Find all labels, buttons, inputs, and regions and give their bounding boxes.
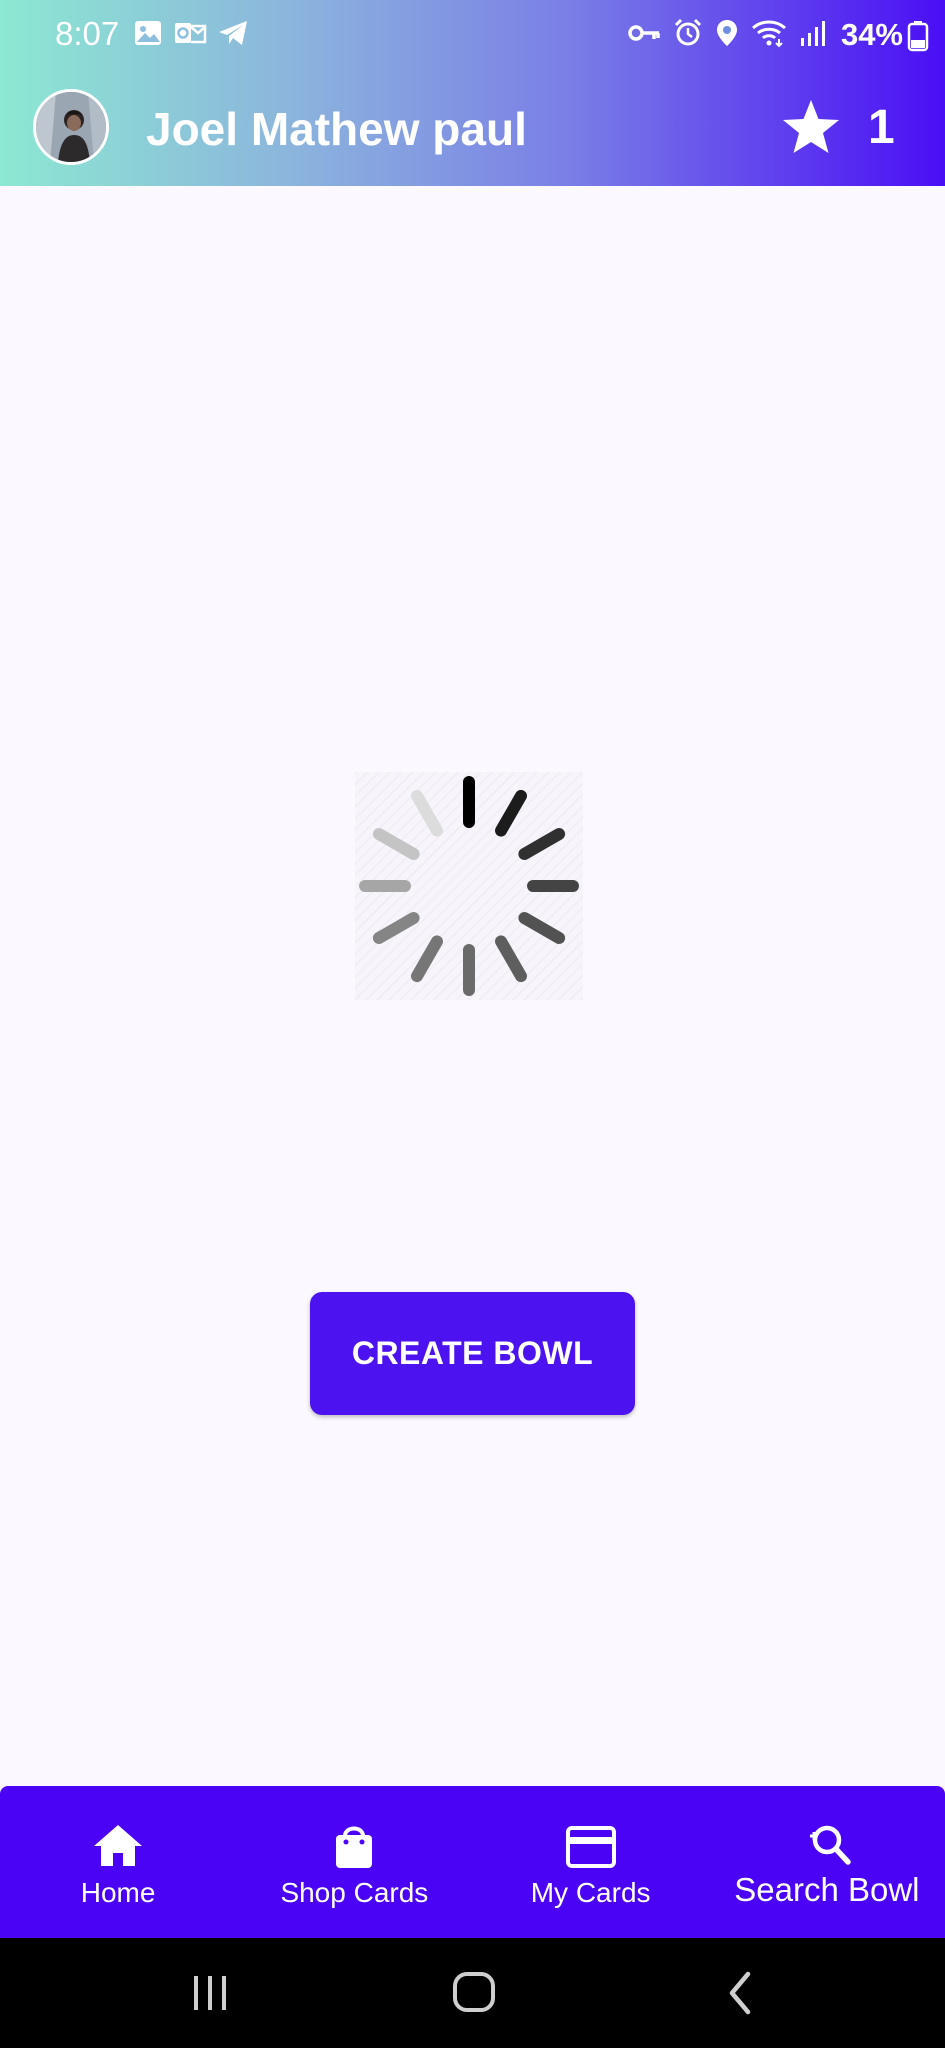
nav-label-my-cards: My Cards <box>530 1877 651 1908</box>
create-bowl-button[interactable]: CREATE BOWL <box>310 1292 635 1415</box>
star-count: 1 <box>868 101 895 154</box>
shopping-bag-icon <box>328 1822 380 1870</box>
bottom-nav: Home Shop Cards My Cards Search Bowl <box>0 1786 945 1938</box>
search-icon <box>801 1822 853 1870</box>
location-icon <box>715 18 739 48</box>
system-navigation-bar <box>0 1938 945 2048</box>
star-icon[interactable] <box>780 98 842 156</box>
nav-item-my-cards[interactable]: My Cards <box>473 1786 709 1938</box>
outlook-icon <box>173 18 207 48</box>
header: 8:07 34% Joel Mathew paul 1 <box>0 0 945 186</box>
loading-spinner <box>355 772 583 1000</box>
signal-icon <box>799 18 827 48</box>
vpn-key-icon <box>627 18 661 48</box>
avatar-photo <box>36 92 106 162</box>
recent-apps-icon[interactable] <box>180 1968 240 2018</box>
status-time: 8:07 <box>55 15 120 52</box>
gallery-icon <box>133 18 163 48</box>
battery-icon <box>907 20 929 57</box>
nav-item-home[interactable]: Home <box>0 1786 236 1938</box>
app-bar: Joel Mathew paul 1 <box>0 72 945 186</box>
avatar[interactable] <box>33 89 109 165</box>
status-system-icons <box>627 18 827 48</box>
alarm-icon <box>673 18 703 48</box>
nav-item-search-bowl[interactable]: Search Bowl <box>709 1786 945 1938</box>
back-icon[interactable] <box>710 1968 770 2018</box>
loading-spinner-icon <box>359 776 579 996</box>
wifi-icon <box>751 18 787 48</box>
user-name-title: Joel Mathew paul <box>146 103 527 155</box>
battery-percentage: 34% <box>840 17 903 52</box>
nav-label-shop-cards: Shop Cards <box>280 1877 429 1908</box>
nav-label-home: Home <box>80 1877 156 1908</box>
nav-item-shop-cards[interactable]: Shop Cards <box>236 1786 472 1938</box>
credit-card-icon <box>565 1822 617 1870</box>
telegram-icon <box>217 18 249 48</box>
status-bar: 8:07 34% <box>0 0 945 72</box>
home-icon <box>92 1822 144 1870</box>
home-nav-icon[interactable] <box>444 1968 504 2018</box>
nav-label-search-bowl: Search Bowl <box>734 1871 920 1908</box>
status-notification-icons <box>133 18 249 48</box>
